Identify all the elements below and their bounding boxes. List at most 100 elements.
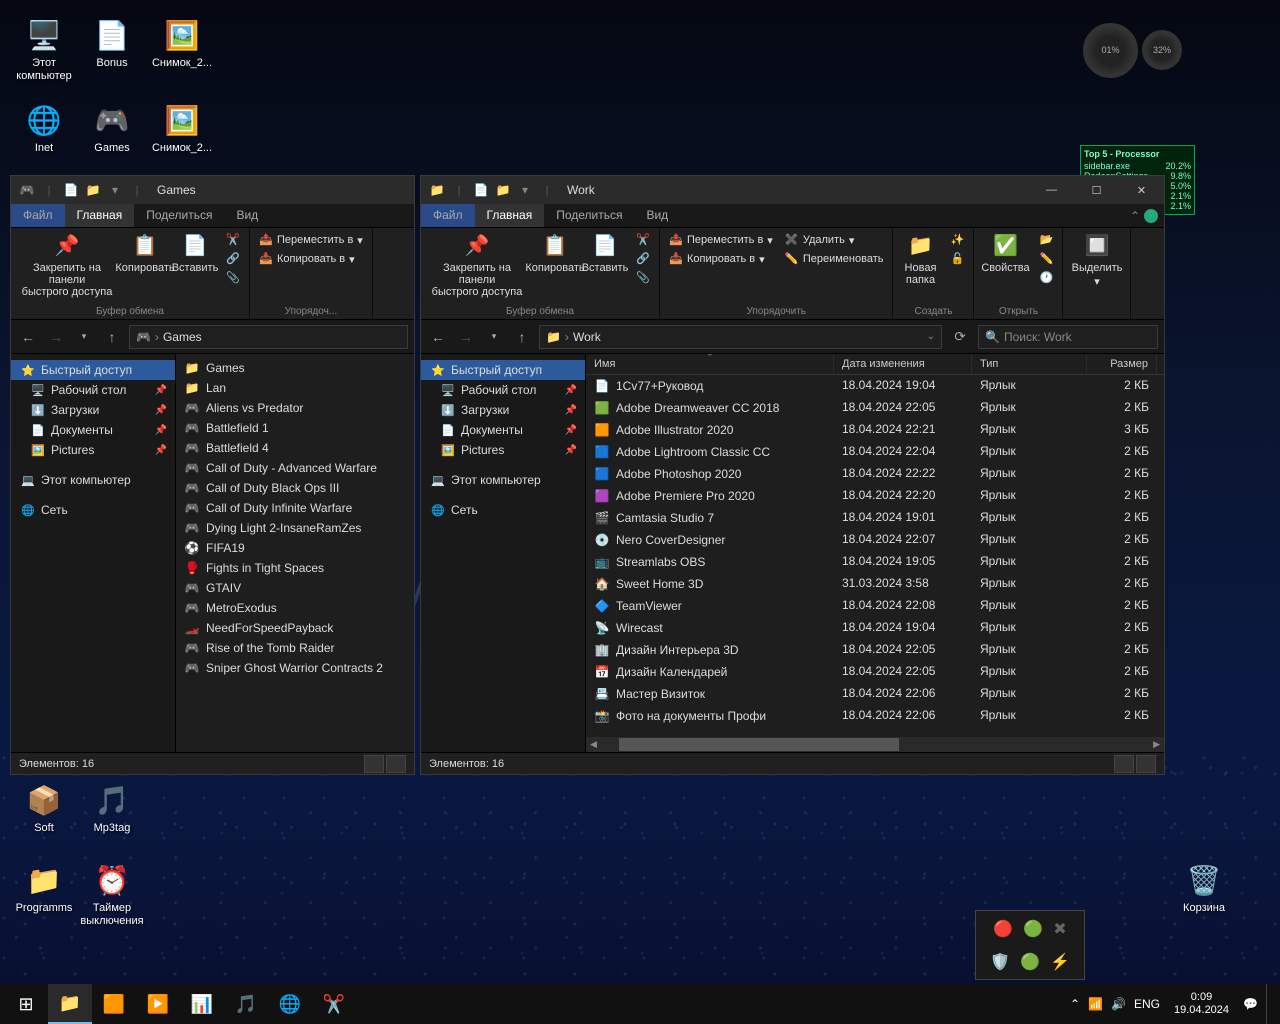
pin-quickaccess-button[interactable]: 📌 Закрепить на панели быстрого доступа	[427, 232, 527, 298]
list-item[interactable]: 🎮Battlefield 4	[176, 438, 414, 458]
taskbar-snipping[interactable]: ✂️	[312, 984, 356, 1024]
taskbar-clock[interactable]: 0:09 19.04.2024	[1168, 991, 1235, 1017]
tray-app-icon[interactable]: 🟢	[1023, 919, 1043, 939]
taskbar-app[interactable]: 🎵	[224, 984, 268, 1024]
moveto-btn[interactable]: 📤Переместить в ▾	[256, 232, 366, 248]
minimize-button[interactable]: —	[1029, 176, 1074, 204]
nav-quickaccess[interactable]: ⭐Быстрый доступ	[421, 360, 585, 380]
table-row[interactable]: 📄1Cv77+Руковод18.04.2024 19:04Ярлык2 КБ	[586, 375, 1164, 397]
desktop-icon-recycle[interactable]: 🗑️Корзина	[1170, 860, 1238, 915]
delete-btn[interactable]: ✖️Удалить ▾	[782, 232, 887, 248]
nav-pictures[interactable]: 🖼️Pictures📌	[421, 440, 585, 460]
cut-btn[interactable]: ✂️	[223, 232, 243, 248]
open-btn[interactable]: 📂	[1036, 232, 1056, 248]
nav-desktop[interactable]: 🖥️Рабочий стол📌	[421, 380, 585, 400]
view-large[interactable]	[386, 755, 406, 773]
desktop-icon-snap1[interactable]: 🖼️Снимок_2...	[148, 15, 216, 70]
tray-network-icon[interactable]: 📶	[1088, 997, 1103, 1011]
list-item[interactable]: 🎮MetroExodus	[176, 598, 414, 618]
table-row[interactable]: 🟦Adobe Photoshop 202018.04.2024 22:22Ярл…	[586, 463, 1164, 485]
start-button[interactable]: ⊞	[4, 984, 48, 1024]
desktop-icon-this-pc[interactable]: 🖥️Этоткомпьютер	[10, 15, 78, 83]
tray-app-icon[interactable]: 🔴	[993, 919, 1013, 939]
table-row[interactable]: 🟦Adobe Lightroom Classic CC18.04.2024 22…	[586, 441, 1164, 463]
desktop-icon-bonus[interactable]: 📄Bonus	[78, 15, 146, 70]
tab-view[interactable]: Вид	[634, 204, 680, 227]
forward-button[interactable]: →	[45, 326, 67, 348]
pin-quickaccess-button[interactable]: 📌 Закрепить на панели быстрого доступа	[17, 232, 117, 298]
tab-home[interactable]: Главная	[65, 204, 135, 227]
list-item[interactable]: 🎮GTAIV	[176, 578, 414, 598]
tab-file[interactable]: Файл	[421, 204, 475, 227]
nav-network[interactable]: 🌐Сеть	[421, 500, 585, 520]
tab-home[interactable]: Главная	[475, 204, 545, 227]
titlebar[interactable]: 📁 | 📄 📁 ▾ | Work — ☐ ✕	[421, 176, 1164, 204]
tray-app-icon[interactable]: 🛡️	[990, 952, 1010, 972]
tray-sound-icon[interactable]: 🔊	[1111, 997, 1126, 1011]
table-row[interactable]: 🟩Adobe Dreamweaver CC 201818.04.2024 22:…	[586, 397, 1164, 419]
crumb-games[interactable]: Games	[163, 330, 202, 344]
tab-share[interactable]: Поделиться	[544, 204, 634, 227]
nav-desktop[interactable]: 🖥️Рабочий стол📌	[11, 380, 175, 400]
qat-dropdown-icon[interactable]: ▾	[517, 182, 533, 198]
recent-dropdown[interactable]: ▾	[73, 326, 95, 348]
pasteshortcut-btn[interactable]: 📎	[223, 270, 243, 286]
copy-button[interactable]: 📋 Копировать	[533, 232, 577, 274]
desktop-icon-games[interactable]: 🎮Games	[78, 100, 146, 155]
back-button[interactable]: ←	[17, 326, 39, 348]
paste-button[interactable]: 📄 Вставить	[583, 232, 627, 274]
nav-thispc[interactable]: 💻Этот компьютер	[11, 470, 175, 490]
view-details[interactable]	[364, 755, 384, 773]
explorer-window-work[interactable]: 📁 | 📄 📁 ▾ | Work — ☐ ✕ Файл Главная Поде…	[420, 175, 1165, 775]
moveto-btn[interactable]: 📤Переместить в ▾	[666, 232, 776, 248]
copy-button[interactable]: 📋 Копировать	[123, 232, 167, 274]
breadcrumb[interactable]: 🎮 › Games	[129, 325, 408, 349]
show-desktop-button[interactable]	[1266, 984, 1272, 1024]
taskbar-chrome[interactable]: 🌐	[268, 984, 312, 1024]
desktop-icon-snap2[interactable]: 🖼️Снимок_2...	[148, 100, 216, 155]
table-row[interactable]: 📸Фото на документы Профи18.04.2024 22:06…	[586, 705, 1164, 727]
up-button[interactable]: ↑	[511, 326, 533, 348]
history-btn[interactable]: 🕐	[1036, 270, 1056, 286]
nav-documents[interactable]: 📄Документы📌	[11, 420, 175, 440]
table-row[interactable]: 🔷TeamViewer18.04.2024 22:08Ярлык2 КБ	[586, 595, 1164, 617]
table-row[interactable]: 🏢Дизайн Интерьера 3D18.04.2024 22:05Ярлы…	[586, 639, 1164, 661]
crumb-work[interactable]: Work	[573, 330, 601, 344]
list-item[interactable]: 🎮Sniper Ghost Warrior Contracts 2	[176, 658, 414, 678]
recent-dropdown[interactable]: ▾	[483, 326, 505, 348]
tray-overflow-popup[interactable]: 🔴 🟢 ✖ 🛡️ 🟢 ⚡	[975, 910, 1085, 980]
qat-dropdown-icon[interactable]: ▾	[107, 182, 123, 198]
desktop-icon-programms[interactable]: 📁Programms	[10, 860, 78, 915]
table-row[interactable]: 🟧Adobe Illustrator 202018.04.2024 22:21Я…	[586, 419, 1164, 441]
list-item[interactable]: ⚽FIFA19	[176, 538, 414, 558]
list-item[interactable]: 🎮Call of Duty Black Ops III	[176, 478, 414, 498]
cut-btn[interactable]: ✂️	[633, 232, 653, 248]
table-row[interactable]: 💿Nero CoverDesigner18.04.2024 22:07Ярлык…	[586, 529, 1164, 551]
qat-newfolder-icon[interactable]: 📁	[495, 182, 511, 198]
view-details[interactable]	[1114, 755, 1134, 773]
view-large[interactable]	[1136, 755, 1156, 773]
collapse-ribbon-icon[interactable]: ⌃	[1130, 209, 1140, 223]
qat-newfolder-icon[interactable]: 📁	[85, 182, 101, 198]
table-row[interactable]: 📡Wirecast18.04.2024 19:04Ярлык2 КБ	[586, 617, 1164, 639]
col-size[interactable]: Размер	[1087, 354, 1157, 374]
table-row[interactable]: 📇Мастер Визиток18.04.2024 22:06Ярлык2 КБ	[586, 683, 1164, 705]
explorer-window-games[interactable]: 🎮 | 📄 📁 ▾ | Games Файл Главная Поделитьс…	[10, 175, 415, 775]
table-row[interactable]: 📺Streamlabs OBS18.04.2024 19:05Ярлык2 КБ	[586, 551, 1164, 573]
crumb-dropdown-icon[interactable]: ⌄	[927, 331, 935, 342]
list-item[interactable]: 🎮Rise of the Tomb Raider	[176, 638, 414, 658]
taskbar-explorer[interactable]: 📁	[48, 984, 92, 1024]
table-row[interactable]: 📅Дизайн Календарей18.04.2024 22:05Ярлык2…	[586, 661, 1164, 683]
table-row[interactable]: 🎬Camtasia Studio 718.04.2024 19:01Ярлык2…	[586, 507, 1164, 529]
select-button[interactable]: 🔲 Выделить ▾	[1069, 232, 1124, 288]
tray-lang[interactable]: ENG	[1134, 997, 1160, 1011]
paste-button[interactable]: 📄 Вставить	[173, 232, 217, 274]
list-item[interactable]: 🏎️NeedForSpeedPayback	[176, 618, 414, 638]
col-type[interactable]: Тип	[972, 354, 1087, 374]
desktop-icon-timer[interactable]: ⏰Таймервыключения	[78, 860, 146, 928]
copyto-btn[interactable]: 📥Копировать в ▾	[256, 251, 366, 267]
taskbar-media[interactable]: ▶️	[136, 984, 180, 1024]
edit-btn[interactable]: ✏️	[1036, 251, 1056, 267]
copyto-btn[interactable]: 📥Копировать в ▾	[666, 251, 776, 267]
properties-button[interactable]: ✅ Свойства	[980, 232, 1030, 274]
